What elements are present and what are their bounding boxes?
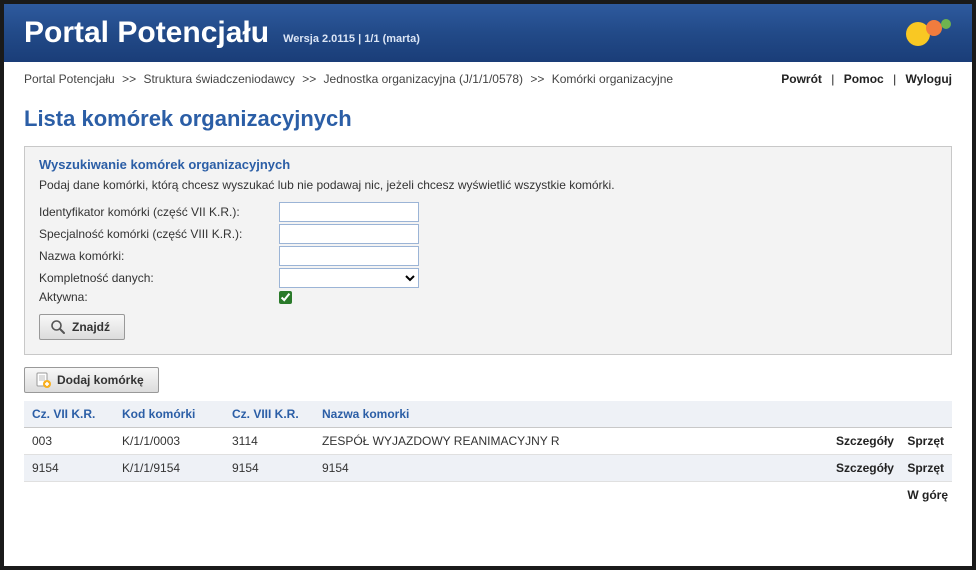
search-panel: Wyszukiwanie komórek organizacyjnych Pod… <box>24 146 952 355</box>
search-icon <box>50 319 66 335</box>
find-button[interactable]: Znajdź <box>39 314 125 340</box>
breadcrumb-separator: >> <box>118 72 140 86</box>
to-top-link[interactable]: W górę <box>907 488 948 502</box>
cell-cz8: 9154 <box>224 455 314 482</box>
details-link[interactable]: Szczegóły <box>836 434 894 448</box>
results-table: Cz. VII K.R. Kod komórki Cz. VIII K.R. N… <box>24 401 952 482</box>
breadcrumb-separator: >> <box>526 72 548 86</box>
col-header-kod[interactable]: Kod komórki <box>114 401 224 428</box>
help-link[interactable]: Pomoc <box>844 72 884 86</box>
identyfikator-input[interactable] <box>279 202 419 222</box>
topbar: Portal Potencjału >> Struktura świadczen… <box>24 62 952 92</box>
header: Portal Potencjału Wersja 2.0115 | 1/1 (m… <box>4 4 972 62</box>
cell-cz7: 9154 <box>24 455 114 482</box>
top-links: Powrót | Pomoc | Wyloguj <box>781 72 952 86</box>
label-kompletnosc: Kompletność danych: <box>39 271 279 285</box>
table-row: 003 K/1/1/0003 3114 ZESPÓŁ WYJAZDOWY REA… <box>24 428 952 455</box>
kompletnosc-select[interactable] <box>279 268 419 288</box>
find-button-label: Znajdź <box>72 320 110 334</box>
breadcrumb-item[interactable]: Jednostka organizacyjna (J/1/1/0578) <box>324 72 523 86</box>
page-title: Lista komórek organizacyjnych <box>24 106 952 132</box>
to-top: W górę <box>24 482 952 502</box>
col-header-nazwa[interactable]: Nazwa komorki <box>314 401 802 428</box>
equipment-link[interactable]: Sprzęt <box>907 434 944 448</box>
breadcrumb-item-current: Komórki organizacyjne <box>552 72 673 86</box>
details-link[interactable]: Szczegóły <box>836 461 894 475</box>
results-tbody: 003 K/1/1/0003 3114 ZESPÓŁ WYJAZDOWY REA… <box>24 428 952 482</box>
breadcrumb-separator: >> <box>298 72 320 86</box>
cell-nazwa: ZESPÓŁ WYJAZDOWY REANIMACYJNY R <box>314 428 802 455</box>
label-nazwa: Nazwa komórki: <box>39 249 279 263</box>
cell-kod: K/1/1/0003 <box>114 428 224 455</box>
label-specjalnosc: Specjalność komórki (część VIII K.R.): <box>39 227 279 241</box>
col-header-cz7[interactable]: Cz. VII K.R. <box>24 401 114 428</box>
app-subtitle: Wersja 2.0115 | 1/1 (marta) <box>283 33 420 45</box>
add-cell-button-label: Dodaj komórkę <box>57 373 144 387</box>
back-link[interactable]: Powrót <box>781 72 822 86</box>
add-document-icon <box>35 372 51 388</box>
breadcrumb-item[interactable]: Struktura świadczeniodawcy <box>143 72 294 86</box>
app-title: Portal Potencjału <box>24 16 269 50</box>
table-row: 9154 K/1/1/9154 9154 9154 Szczegóły Sprz… <box>24 455 952 482</box>
nazwa-input[interactable] <box>279 246 419 266</box>
label-identyfikator: Identyfikator komórki (część VII K.R.): <box>39 205 279 219</box>
label-aktywna: Aktywna: <box>39 290 279 304</box>
logout-link[interactable]: Wyloguj <box>906 72 952 86</box>
col-header-cz8[interactable]: Cz. VIII K.R. <box>224 401 314 428</box>
cell-nazwa: 9154 <box>314 455 802 482</box>
breadcrumb: Portal Potencjału >> Struktura świadczen… <box>24 72 673 86</box>
equipment-link[interactable]: Sprzęt <box>907 461 944 475</box>
col-header-actions <box>802 401 952 428</box>
specjalnosc-input[interactable] <box>279 224 419 244</box>
search-panel-hint: Podaj dane komórki, którą chcesz wyszuka… <box>39 178 937 192</box>
cell-cz8: 3114 <box>224 428 314 455</box>
logo-icon <box>904 14 956 53</box>
cell-kod: K/1/1/9154 <box>114 455 224 482</box>
add-cell-button[interactable]: Dodaj komórkę <box>24 367 159 393</box>
app-window: Portal Potencjału Wersja 2.0115 | 1/1 (m… <box>0 0 976 570</box>
breadcrumb-item[interactable]: Portal Potencjału <box>24 72 115 86</box>
cell-cz7: 003 <box>24 428 114 455</box>
aktywna-checkbox[interactable] <box>279 291 292 304</box>
search-panel-title: Wyszukiwanie komórek organizacyjnych <box>39 157 937 172</box>
